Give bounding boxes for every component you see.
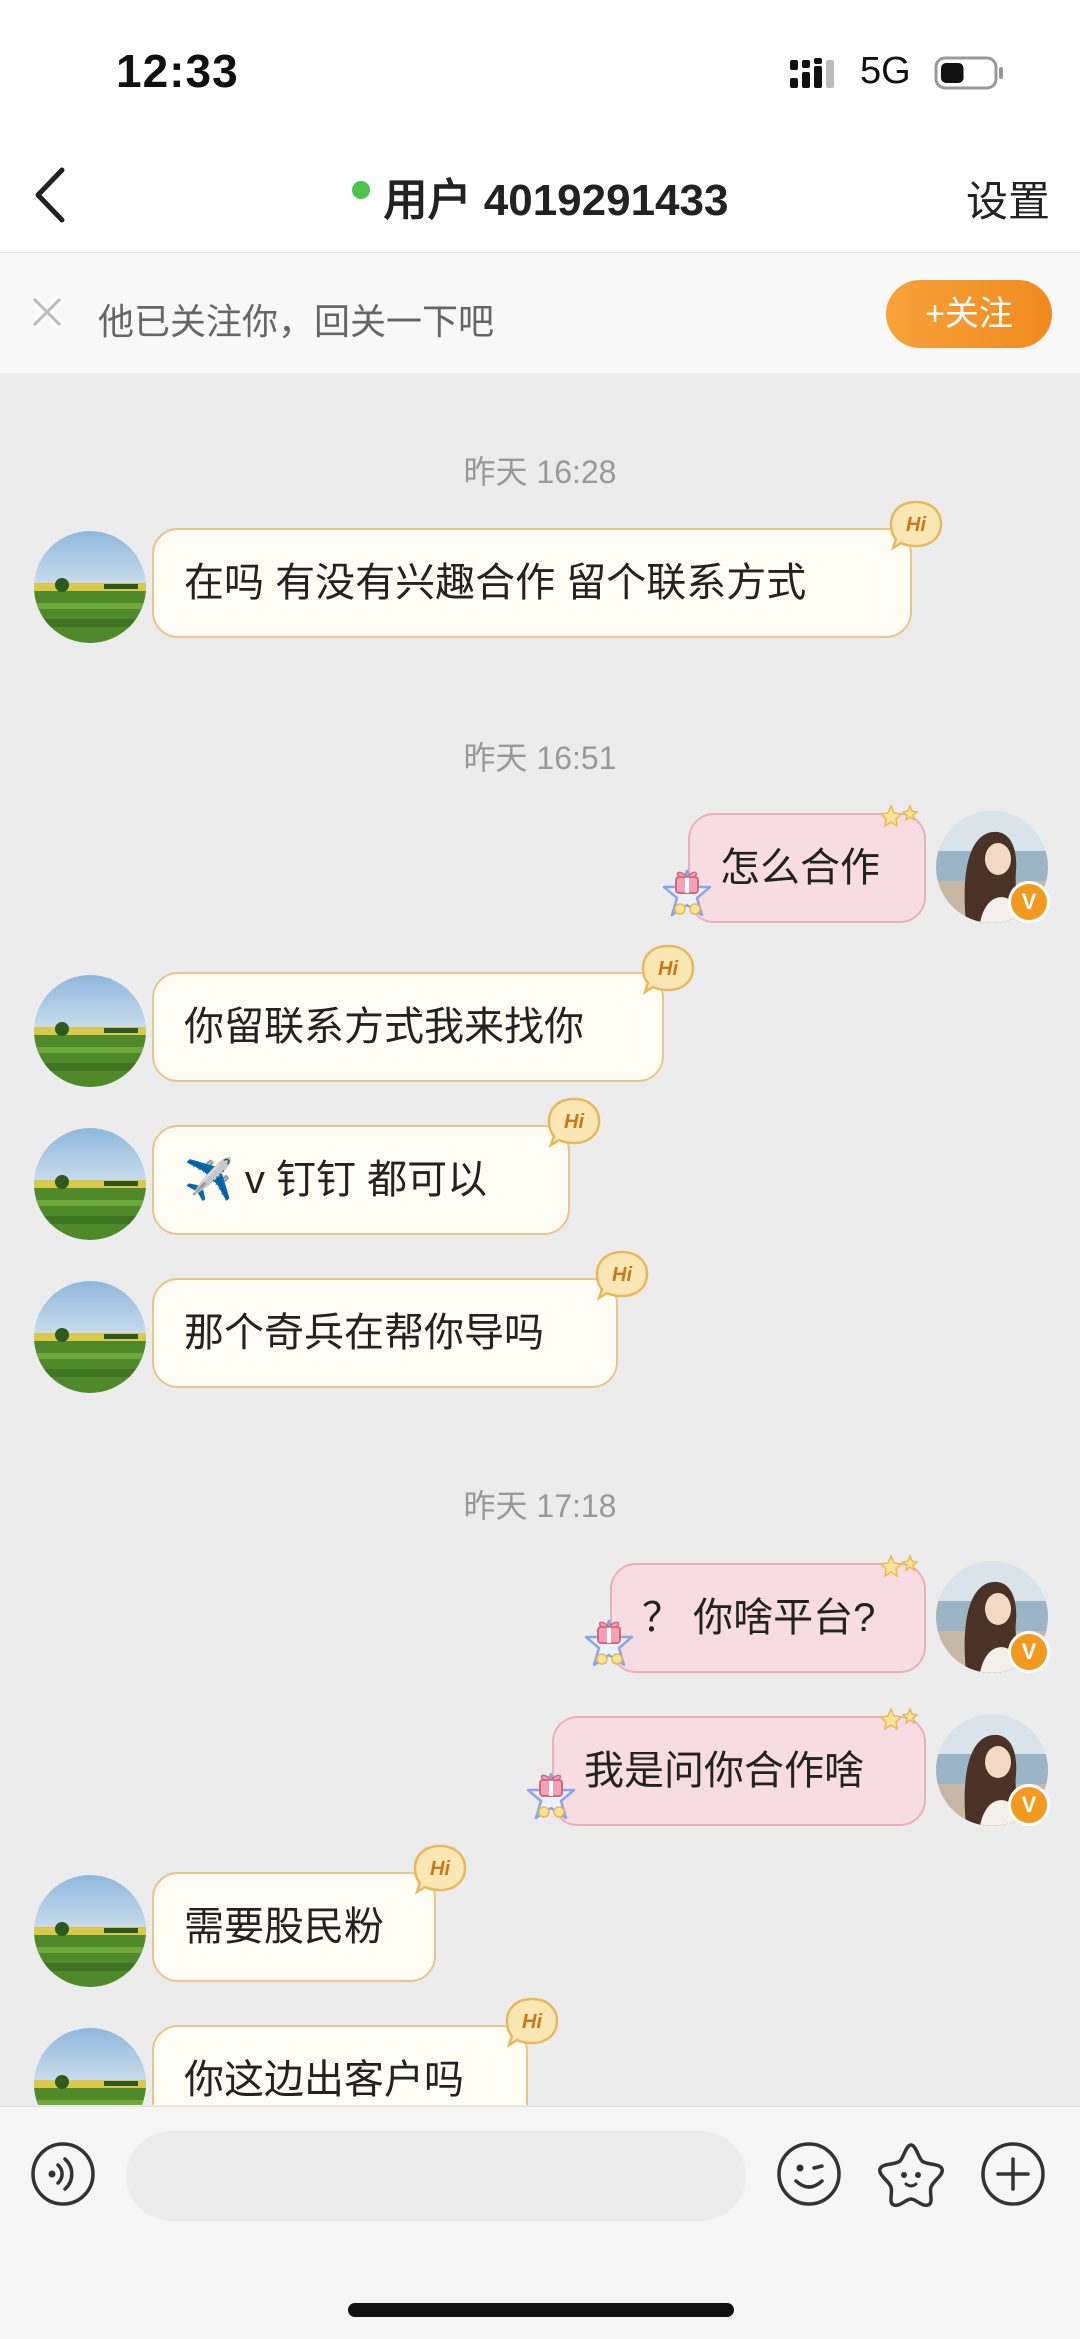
star-decoration-icon <box>879 1706 919 1731</box>
message-bubble-incoming[interactable]: 那个奇兵在帮你导吗 <box>152 1278 618 1388</box>
message-bubble-outgoing[interactable]: ？ 你啥平台? <box>610 1563 926 1673</box>
home-indicator <box>348 2303 734 2317</box>
contact-avatar[interactable] <box>34 531 146 643</box>
timestamp: 昨天 16:28 <box>463 454 617 490</box>
message-bubble-incoming[interactable]: ✈️ v 钉钉 都可以 <box>152 1125 570 1235</box>
svg-text:Hi: Hi <box>522 2011 542 2033</box>
battery-icon <box>934 56 1003 90</box>
contact-avatar[interactable] <box>34 1128 146 1240</box>
plus-icon[interactable] <box>980 2141 1046 2207</box>
close-icon[interactable] <box>28 293 66 331</box>
timestamp: 昨天 16:51 <box>463 740 617 776</box>
title-container: 用户 4019291433 <box>0 164 1080 225</box>
svg-text:Hi: Hi <box>612 1264 632 1286</box>
hi-badge-icon: Hi <box>595 1250 649 1301</box>
hi-badge-icon: Hi <box>505 1997 559 2048</box>
input-bar <box>0 2106 1080 2339</box>
star-decoration-icon <box>879 803 919 828</box>
star-decoration-icon <box>879 1553 919 1578</box>
message-input[interactable] <box>126 2131 746 2221</box>
message-list[interactable]: 昨天 16:28 在吗 有没有兴趣合作 留个联系方式 Hi 昨天 16:51 怎… <box>0 373 1080 2105</box>
hi-badge-icon: Hi <box>547 1097 601 1148</box>
status-bar: 12:33 5G <box>0 0 1080 140</box>
message-bubble-outgoing[interactable]: 怎么合作 <box>688 813 926 923</box>
hi-badge-icon: Hi <box>413 1844 467 1895</box>
verified-badge: V <box>1008 1784 1050 1826</box>
settings-button[interactable]: 设置 <box>966 168 1050 229</box>
status-time: 12:33 <box>116 45 239 97</box>
gift-decoration-icon <box>584 1619 634 1667</box>
message-bubble-incoming[interactable]: 在吗 有没有兴趣合作 留个联系方式 <box>152 528 912 638</box>
emoji-icon[interactable] <box>776 2141 842 2207</box>
timestamp: 昨天 17:18 <box>463 1488 617 1524</box>
svg-text:Hi: Hi <box>430 1858 450 1880</box>
contact-avatar[interactable] <box>34 2028 146 2105</box>
message-bubble-incoming[interactable]: 需要股民粉 <box>152 1872 436 1982</box>
contact-avatar[interactable] <box>34 1875 146 1987</box>
gift-decoration-icon <box>662 869 712 917</box>
follow-banner-text: 他已关注你，回关一下吧 <box>98 301 495 342</box>
page-title: 用户 4019291433 <box>383 176 729 225</box>
signal-icon <box>790 58 834 88</box>
svg-text:Hi: Hi <box>658 958 678 980</box>
message-bubble-incoming[interactable]: 你留联系方式我来找你 <box>152 972 664 1082</box>
message-bubble-outgoing[interactable]: 我是问你合作啥 <box>552 1716 926 1826</box>
svg-text:Hi: Hi <box>564 1111 584 1133</box>
gift-decoration-icon <box>526 1772 576 1820</box>
verified-badge: V <box>1008 881 1050 923</box>
verified-badge: V <box>1008 1631 1050 1673</box>
chat-header: 用户 4019291433 设置 <box>0 140 1080 253</box>
message-bubble-incoming[interactable]: 你这边出客户吗 <box>152 2025 528 2105</box>
follow-banner: 他已关注你，回关一下吧 +关注 <box>0 253 1080 373</box>
follow-button[interactable]: +关注 <box>886 280 1052 348</box>
contact-avatar[interactable] <box>34 975 146 1087</box>
network-label: 5G <box>860 50 911 92</box>
online-status-dot <box>351 181 370 199</box>
sticker-icon[interactable] <box>876 2141 946 2207</box>
svg-text:Hi: Hi <box>906 514 926 536</box>
hi-badge-icon: Hi <box>641 944 695 995</box>
hi-badge-icon: Hi <box>889 500 943 551</box>
contact-avatar[interactable] <box>34 1281 146 1393</box>
voice-icon[interactable] <box>30 2141 96 2207</box>
